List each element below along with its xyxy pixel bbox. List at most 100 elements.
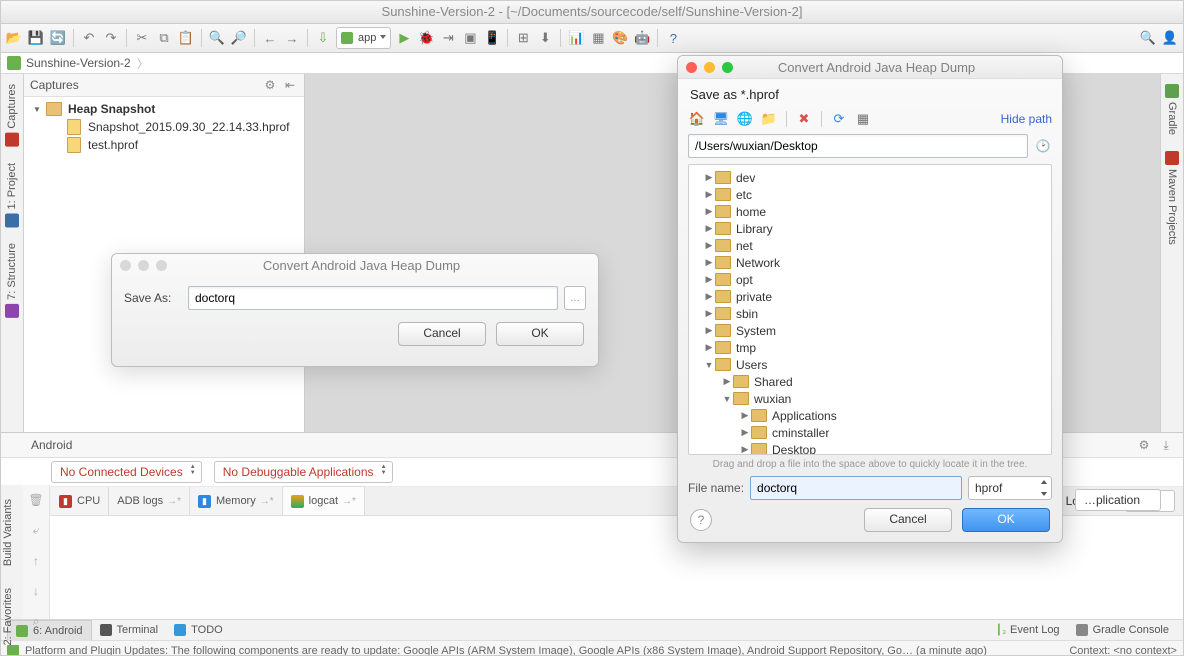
tab-gradle[interactable]: Gradle: [1164, 76, 1180, 143]
file-tree-row[interactable]: Network: [689, 254, 1051, 271]
debug-icon[interactable]: 🐞: [417, 29, 435, 47]
wrap-icon[interactable]: ⤶: [33, 523, 40, 538]
help-button[interactable]: ?: [690, 509, 712, 531]
tab-cpu[interactable]: ▮CPU: [51, 487, 109, 515]
scroll-up-icon[interactable]: ↑: [33, 554, 39, 568]
cancel-button[interactable]: Cancel: [398, 322, 486, 346]
save-as-input[interactable]: [188, 286, 558, 310]
back-icon[interactable]: ←: [261, 29, 279, 47]
gear-icon[interactable]: ⚙: [262, 77, 278, 93]
file-tree-row[interactable]: Desktop: [689, 441, 1051, 455]
file-tree-row[interactable]: dev: [689, 169, 1051, 186]
btab-android[interactable]: 6: Android: [7, 620, 92, 641]
chevron-right-icon[interactable]: [739, 444, 751, 455]
open-icon[interactable]: 📂: [5, 29, 23, 47]
tab-project[interactable]: 1: Project: [4, 155, 20, 235]
file-tree-row[interactable]: System: [689, 322, 1051, 339]
user-icon[interactable]: 👤: [1161, 29, 1179, 47]
cut-icon[interactable]: ✂: [133, 29, 151, 47]
forward-icon[interactable]: →: [283, 29, 301, 47]
chevron-right-icon[interactable]: [703, 308, 715, 319]
chevron-right-icon[interactable]: [703, 325, 715, 336]
apps-combo[interactable]: No Debuggable Applications▲▼: [214, 461, 393, 483]
tree-item[interactable]: test.hprof: [24, 136, 304, 154]
show-hidden-icon[interactable]: ▦: [854, 110, 872, 128]
tab-adb-logs[interactable]: ADB logs→*: [109, 487, 190, 515]
ok-button[interactable]: OK: [962, 508, 1050, 532]
file-tree-row[interactable]: Users: [689, 356, 1051, 373]
chevron-right-icon[interactable]: [703, 274, 715, 285]
run-icon[interactable]: ▶: [395, 29, 413, 47]
tab-build-variants[interactable]: Build Variants: [1, 491, 15, 574]
file-tree-row[interactable]: Applications: [689, 407, 1051, 424]
file-tree-row[interactable]: private: [689, 288, 1051, 305]
undo-icon[interactable]: ↶: [80, 29, 98, 47]
refresh-icon[interactable]: ⟳: [830, 110, 848, 128]
home-icon[interactable]: 🏠: [688, 110, 706, 128]
file-tree-row[interactable]: net: [689, 237, 1051, 254]
desktop-icon[interactable]: 🖥: [712, 110, 730, 128]
chevron-right-icon[interactable]: [703, 342, 715, 353]
sdk-icon[interactable]: ⬇: [536, 29, 554, 47]
layout-icon[interactable]: ▦: [589, 29, 607, 47]
file-tree-row[interactable]: cminstaller: [689, 424, 1051, 441]
extension-select[interactable]: hprof: [968, 476, 1052, 500]
save-icon[interactable]: 💾: [27, 29, 45, 47]
profile-icon[interactable]: ▣: [461, 29, 479, 47]
theme-icon[interactable]: 🎨: [611, 29, 629, 47]
run-config-selector[interactable]: app: [336, 27, 391, 49]
file-tree-row[interactable]: etc: [689, 186, 1051, 203]
chevron-down-icon[interactable]: [703, 360, 715, 370]
paste-icon[interactable]: 📋: [177, 29, 195, 47]
file-tree-row[interactable]: Library: [689, 220, 1051, 237]
chevron-right-icon[interactable]: [703, 189, 715, 200]
btab-eventlog[interactable]: ┃₃Event Log: [988, 620, 1068, 640]
tree-root[interactable]: Heap Snapshot: [24, 100, 304, 118]
browse-button[interactable]: …: [564, 286, 586, 310]
gear-icon[interactable]: ⚙: [1135, 436, 1153, 454]
chevron-right-icon[interactable]: [721, 376, 733, 387]
chevron-right-icon[interactable]: [703, 223, 715, 234]
project-icon[interactable]: 🌐: [736, 110, 754, 128]
chevron-right-icon[interactable]: [703, 240, 715, 251]
filename-input[interactable]: [750, 476, 962, 500]
cancel-button[interactable]: Cancel: [864, 508, 952, 532]
chevron-right-icon[interactable]: [703, 291, 715, 302]
attach-icon[interactable]: ⇥: [439, 29, 457, 47]
close-icon[interactable]: [686, 62, 697, 73]
replace-icon[interactable]: 🔎: [230, 29, 248, 47]
history-icon[interactable]: 🕑: [1034, 137, 1052, 155]
tab-maven[interactable]: Maven Projects: [1164, 143, 1180, 253]
file-tree-row[interactable]: opt: [689, 271, 1051, 288]
new-folder-icon[interactable]: 📁: [760, 110, 778, 128]
clear-icon[interactable]: 🗑: [28, 493, 43, 507]
chevron-down-icon[interactable]: [721, 394, 733, 404]
search-everywhere-icon[interactable]: 🔍: [1139, 29, 1157, 47]
android-tools-icon[interactable]: 🤖: [633, 29, 651, 47]
redo-icon[interactable]: ↷: [102, 29, 120, 47]
make-icon[interactable]: ⇩: [314, 29, 332, 47]
file-tree-row[interactable]: Shared: [689, 373, 1051, 390]
status-context[interactable]: Context: <no context>: [1069, 645, 1177, 656]
tab-logcat[interactable]: logcat→*: [283, 486, 365, 515]
tab-favorites[interactable]: 2: Favorites: [1, 580, 15, 653]
avd-icon[interactable]: ⊞: [514, 29, 532, 47]
chevron-right-icon[interactable]: [703, 206, 715, 217]
find-icon[interactable]: 🔍: [208, 29, 226, 47]
chevron-right-icon[interactable]: [703, 172, 715, 183]
btab-gradle-console[interactable]: Gradle Console: [1068, 620, 1177, 640]
devices-combo[interactable]: No Connected Devices▲▼: [51, 461, 202, 483]
monitor-icon[interactable]: 📊: [567, 29, 585, 47]
close-icon[interactable]: [120, 260, 131, 271]
filter-icon[interactable]: ⌕: [33, 614, 40, 629]
file-tree[interactable]: devetchomeLibrarynetNetworkoptprivatesbi…: [688, 164, 1052, 455]
file-tree-row[interactable]: wuxian: [689, 390, 1051, 407]
device-icon[interactable]: 📱: [483, 29, 501, 47]
chevron-right-icon[interactable]: [739, 410, 751, 421]
hide-path-link[interactable]: Hide path: [1001, 112, 1052, 126]
btab-terminal[interactable]: Terminal: [92, 620, 167, 640]
chevron-right-icon[interactable]: [739, 427, 751, 438]
filter-combo[interactable]: …plication: [1075, 489, 1161, 511]
ok-button[interactable]: OK: [496, 322, 584, 346]
file-tree-row[interactable]: tmp: [689, 339, 1051, 356]
